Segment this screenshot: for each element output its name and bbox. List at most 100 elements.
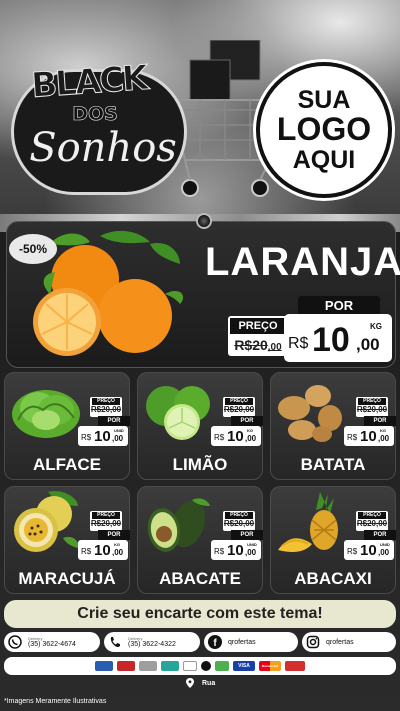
mini-preco-label: PREÇO: [358, 398, 386, 405]
potato-image: [278, 385, 342, 442]
old-price: R$20,00: [230, 337, 286, 353]
card-icon-1: [95, 661, 113, 671]
unit-label: KG: [370, 322, 382, 331]
visa-icon: VISA: [233, 661, 255, 671]
flyer-page: BLACK DOS Sonhos SUA LOGO AQUI -50% LARA…: [0, 0, 400, 711]
card-icon-3: [139, 661, 157, 671]
instagram-contact[interactable]: qrofertas: [302, 632, 396, 652]
facebook-icon: f: [206, 633, 224, 651]
payment-methods-bar: VISA MasterCard: [4, 657, 396, 675]
instagram-icon: [304, 633, 322, 651]
product-name: LIMÃO: [172, 455, 228, 474]
facebook-handle: qrofertas: [228, 638, 256, 646]
featured-product-name: LARANJA: [205, 240, 400, 284]
brand-title-sonhos: Sonhos: [29, 125, 177, 171]
mini-price-dec: ,00: [112, 434, 124, 443]
mini-preco-label: PREÇO: [92, 512, 120, 519]
mini-old-price: R$20,00: [356, 519, 388, 528]
brand-title-black: BLACK: [30, 58, 149, 107]
delivery-number: (35) 3622-4674: [28, 640, 76, 648]
old-price-int: R$20: [234, 337, 268, 353]
mini-unit: UNID: [114, 428, 124, 433]
old-price-dec: ,00: [267, 342, 282, 353]
mini-preco-label: PREÇO: [225, 398, 253, 405]
card-icon-6: [201, 661, 211, 671]
mini-por-label: POR: [364, 530, 396, 540]
mini-price-dec: ,00: [378, 548, 390, 557]
preco-label: PREÇO: [230, 318, 286, 334]
mini-old-price: R$20,00: [223, 519, 255, 528]
mini-unit: KG: [380, 428, 386, 433]
mini-preco-label: PREÇO: [92, 398, 120, 405]
card-icon-2: [117, 661, 135, 671]
bolt-icon: [196, 213, 212, 229]
mini-por-label: POR: [231, 530, 263, 540]
mini-old-price: R$20,00: [223, 405, 255, 414]
mini-preco-label: PREÇO: [225, 512, 253, 519]
mini-price-int: 10: [360, 542, 377, 559]
mini-currency: R$: [81, 433, 92, 442]
mini-price-dec: ,00: [112, 548, 124, 557]
mini-price-int: 10: [360, 428, 377, 445]
mini-currency: R$: [347, 547, 358, 556]
cta-banner[interactable]: Crie seu encarte com este tema!: [4, 600, 396, 628]
mini-price-dec: ,00: [378, 434, 390, 443]
logo-line-1: SUA: [297, 85, 351, 114]
delivery-number-2: (35) 3622-4322: [128, 640, 176, 648]
phone-contact[interactable]: Delivery (35) 3622-4322: [104, 632, 200, 652]
mini-price-int: 10: [94, 428, 111, 445]
card-icon-4: [161, 661, 179, 671]
location-pin-icon: [186, 678, 194, 688]
new-price-dec: ,00: [356, 335, 380, 354]
mini-currency: R$: [214, 547, 225, 556]
mini-old-price: R$20,00: [90, 405, 122, 414]
mini-unit: KG: [247, 428, 253, 433]
card-icon-5: [183, 661, 197, 671]
mini-old-price: R$20,00: [356, 405, 388, 414]
discount-badge: -50%: [9, 234, 57, 264]
product-name: ABACATE: [159, 569, 241, 588]
mini-unit: UNID: [380, 542, 390, 547]
whatsapp-contact[interactable]: Delivery (35) 3622-4674: [4, 632, 100, 652]
passion-fruit-image: [14, 491, 79, 552]
mini-por-label: POR: [98, 530, 130, 540]
product-name: MARACUJÁ: [18, 569, 116, 588]
card-icon-7: [215, 661, 229, 671]
instagram-handle: qrofertas: [326, 638, 354, 646]
mini-price-int: 10: [227, 542, 244, 559]
logo-line-3: AQUI: [292, 145, 356, 174]
mini-por-label: POR: [231, 416, 263, 426]
whatsapp-icon: [6, 633, 24, 651]
mini-price-dec: ,00: [245, 434, 257, 443]
card-icon-8: [285, 661, 305, 671]
lime-image: [146, 386, 210, 440]
address-text: Rua: [202, 679, 216, 687]
product-name: ABACAXI: [294, 569, 372, 588]
mastercard-icon: MasterCard: [259, 661, 281, 671]
por-label: POR: [298, 296, 380, 316]
disclaimer: *Imagens Meramente Ilustrativas: [4, 698, 107, 705]
logo-line-2: LOGO: [276, 111, 372, 148]
mini-currency: R$: [81, 547, 92, 556]
mini-por-label: POR: [364, 416, 396, 426]
pineapple-image: [278, 492, 338, 552]
mini-por-label: POR: [98, 416, 130, 426]
facebook-contact[interactable]: f qrofertas: [204, 632, 298, 652]
brand-title-dos: DOS: [72, 103, 118, 126]
header-banner: BLACK DOS Sonhos SUA LOGO AQUI: [0, 0, 400, 222]
mini-unit: KG: [114, 542, 120, 547]
mini-unit: UNID: [247, 542, 257, 547]
mini-old-price: R$20,00: [90, 519, 122, 528]
mini-preco-label: PREÇO: [358, 512, 386, 519]
avocado-image: [147, 498, 210, 552]
mini-currency: R$: [347, 433, 358, 442]
mini-price-int: 10: [94, 542, 111, 559]
product-name: ALFACE: [33, 455, 101, 474]
logo-placeholder[interactable]: SUA LOGO AQUI: [256, 62, 392, 198]
mini-currency: R$: [214, 433, 225, 442]
new-price-int: 10: [312, 321, 350, 359]
lettuce-image: [12, 390, 80, 438]
phone-icon: [106, 633, 124, 651]
address: Rua: [186, 678, 215, 688]
mini-price-int: 10: [227, 428, 244, 445]
